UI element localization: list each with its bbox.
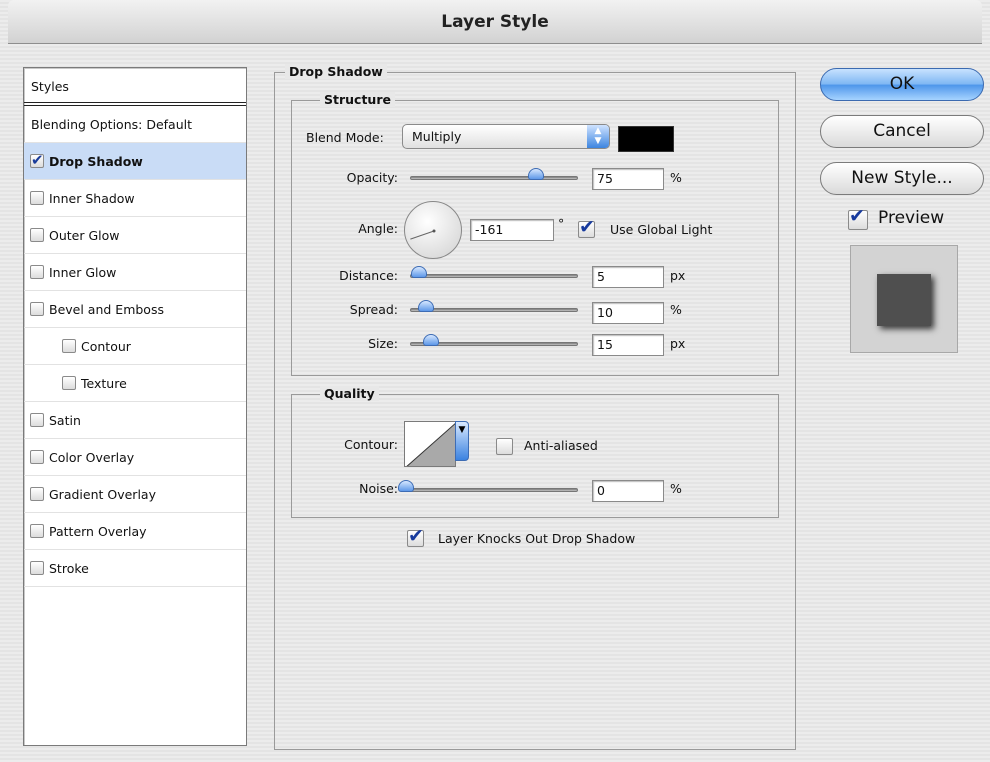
spread-slider-thumb[interactable] <box>418 300 434 312</box>
new-style-button[interactable]: New Style... <box>820 162 984 195</box>
style-item-label: Contour <box>81 338 131 354</box>
size-unit: px <box>670 336 686 351</box>
contour-picker[interactable] <box>404 421 456 467</box>
preview-checkbox[interactable] <box>848 205 868 230</box>
style-item-label: Bevel and Emboss <box>49 301 164 317</box>
structure-title: Structure <box>320 92 395 107</box>
drop-shadow-title: Drop Shadow <box>285 64 387 79</box>
distance-label: Distance: <box>339 268 398 283</box>
angle-indicator-icon <box>410 229 436 240</box>
style-item[interactable]: Color Overlay <box>24 439 246 476</box>
style-item-label: Gradient Overlay <box>49 486 156 502</box>
opacity-slider-thumb[interactable] <box>528 168 544 180</box>
style-item-label: Texture <box>81 375 127 391</box>
contour-curve-icon <box>406 423 455 466</box>
style-item-label: Inner Glow <box>49 264 117 280</box>
contour-dropdown-arrow-icon[interactable]: ▼ <box>455 421 469 461</box>
style-item-label: Color Overlay <box>49 449 135 465</box>
use-global-light-checkbox[interactable] <box>578 216 595 238</box>
structure-group: Structure Blend Mode: Multiply ▲ ▼ Opacit… <box>291 92 779 376</box>
quality-group: Quality Contour: ▼ Anti-aliased Noise: 0… <box>291 386 779 518</box>
style-checkbox[interactable] <box>30 191 44 205</box>
distance-input[interactable]: 5 <box>592 266 664 288</box>
style-item[interactable]: Bevel and Emboss <box>24 291 246 328</box>
style-checkbox[interactable] <box>30 561 44 575</box>
style-item[interactable]: Pattern Overlay <box>24 513 246 550</box>
blend-mode-select[interactable]: Multiply ▲ ▼ <box>402 124 610 149</box>
distance-slider-thumb[interactable] <box>411 266 427 278</box>
style-item[interactable]: Inner Shadow <box>24 180 246 217</box>
noise-slider-thumb[interactable] <box>398 480 414 492</box>
opacity-input[interactable]: 75 <box>592 168 664 190</box>
opacity-slider[interactable] <box>410 176 578 180</box>
use-global-light-label: Use Global Light <box>610 222 713 237</box>
style-item-label: Blending Options: Default <box>31 116 192 132</box>
shadow-color-swatch[interactable] <box>618 126 674 152</box>
quality-title: Quality <box>320 386 379 401</box>
angle-label: Angle: <box>358 221 398 236</box>
style-checkbox[interactable] <box>30 450 44 464</box>
angle-dial[interactable] <box>404 201 462 259</box>
style-checkbox[interactable] <box>30 487 44 501</box>
style-item-label: Satin <box>49 412 81 428</box>
style-item[interactable]: Blending Options: Default <box>24 106 246 143</box>
style-item-label: Inner Shadow <box>49 190 135 206</box>
spread-unit: % <box>670 302 682 317</box>
style-checkbox[interactable] <box>62 339 76 353</box>
angle-unit: ° <box>558 216 565 231</box>
noise-input[interactable]: 0 <box>592 480 664 502</box>
style-item[interactable]: Texture <box>24 365 246 402</box>
blend-mode-label: Blend Mode: <box>306 130 384 145</box>
style-item[interactable]: Drop Shadow <box>24 143 246 180</box>
noise-label: Noise: <box>359 481 398 496</box>
style-checkbox[interactable] <box>30 151 44 169</box>
opacity-unit: % <box>670 170 682 185</box>
distance-unit: px <box>670 268 686 283</box>
style-item[interactable]: Stroke <box>24 550 246 587</box>
blend-mode-value: Multiply <box>412 129 462 144</box>
styles-list: Styles Blending Options: Default Drop Sha… <box>23 67 247 746</box>
style-preview-thumbnail <box>850 245 958 353</box>
style-item-label: Outer Glow <box>49 227 120 243</box>
opacity-label: Opacity: <box>346 170 398 185</box>
cancel-button[interactable]: Cancel <box>820 115 984 148</box>
noise-unit: % <box>670 481 682 496</box>
style-checkbox[interactable] <box>30 413 44 427</box>
dialog-title: Layer Style <box>8 0 982 44</box>
style-checkbox[interactable] <box>30 265 44 279</box>
layer-knocks-out-checkbox[interactable] <box>407 525 424 547</box>
anti-aliased-label: Anti-aliased <box>524 438 598 453</box>
style-item-label: Pattern Overlay <box>49 523 147 539</box>
style-item[interactable]: Gradient Overlay <box>24 476 246 513</box>
style-checkbox[interactable] <box>62 376 76 390</box>
style-checkbox[interactable] <box>30 524 44 538</box>
size-label: Size: <box>368 336 398 351</box>
style-checkbox[interactable] <box>30 302 44 316</box>
spread-input[interactable]: 10 <box>592 302 664 324</box>
preview-shadow-square <box>877 274 931 326</box>
select-arrows-icon: ▲ ▼ <box>587 125 609 148</box>
style-item-label: Drop Shadow <box>49 153 143 169</box>
style-item[interactable]: Contour <box>24 328 246 365</box>
anti-aliased-checkbox[interactable] <box>496 438 513 455</box>
noise-slider[interactable] <box>404 488 578 492</box>
styles-header[interactable]: Styles <box>24 68 246 106</box>
size-slider-thumb[interactable] <box>423 334 439 346</box>
style-item-label: Stroke <box>49 560 89 576</box>
preview-label: Preview <box>878 208 945 228</box>
layer-knocks-out-label: Layer Knocks Out Drop Shadow <box>438 531 636 546</box>
distance-slider[interactable] <box>410 274 578 278</box>
style-item[interactable]: Inner Glow <box>24 254 246 291</box>
ok-button[interactable]: OK <box>820 68 984 101</box>
size-input[interactable]: 15 <box>592 334 664 356</box>
style-item[interactable]: Outer Glow <box>24 217 246 254</box>
spread-label: Spread: <box>349 302 398 317</box>
style-checkbox[interactable] <box>30 228 44 242</box>
spread-slider[interactable] <box>410 308 578 312</box>
style-item[interactable]: Satin <box>24 402 246 439</box>
contour-label: Contour: <box>344 437 398 452</box>
angle-input[interactable]: -161 <box>470 219 554 241</box>
layer-style-dialog: Layer Style Styles Blending Options: Def… <box>0 0 990 762</box>
